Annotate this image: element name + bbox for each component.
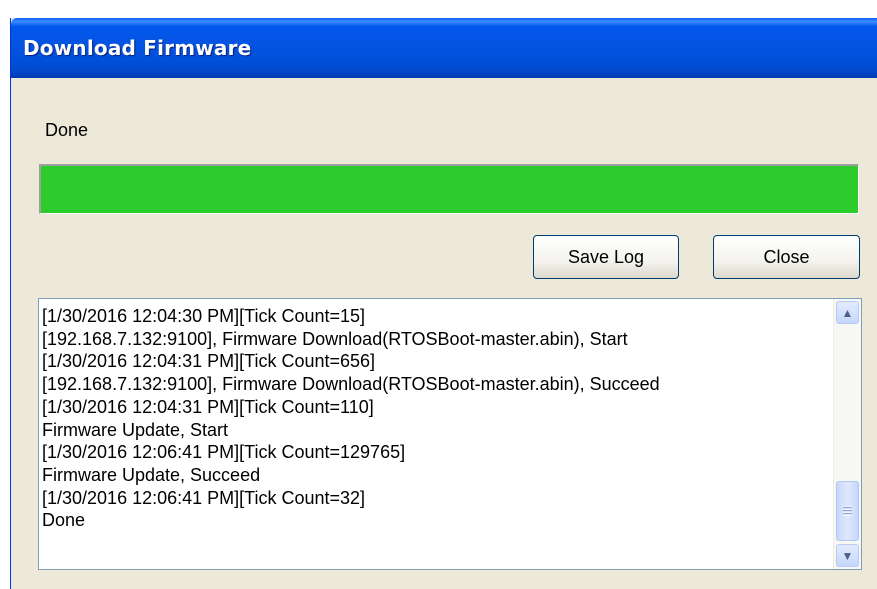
chevron-down-icon: ▼ (841, 548, 854, 563)
grip-icon (843, 506, 852, 516)
scroll-up-button[interactable]: ▲ (836, 301, 859, 324)
close-button[interactable]: Close (713, 235, 860, 279)
dialog-title: Download Firmware (23, 36, 252, 60)
scroll-down-button[interactable]: ▼ (836, 544, 859, 567)
log-line: Done (42, 510, 86, 531)
vertical-scrollbar[interactable]: ▲ ▼ (833, 299, 861, 569)
log-line: [1/30/2016 12:04:31 PM][Tick Count=110] (42, 396, 374, 417)
log-line: [192.168.7.132:9100], Firmware Download(… (42, 374, 660, 395)
progress-bar-fill (41, 166, 858, 213)
log-line: [1/30/2016 12:06:41 PM][Tick Count=32] (42, 487, 366, 508)
log-line: [192.168.7.132:9100], Firmware Download(… (42, 328, 628, 349)
log-line: [1/30/2016 12:04:31 PM][Tick Count=656] (42, 351, 376, 372)
log-lines: [1/30/2016 12:04:30 PM][Tick Count=15] [… (42, 305, 832, 532)
chevron-up-icon: ▲ (841, 305, 854, 320)
log-line: Firmware Update, Start (42, 419, 229, 440)
progress-bar (39, 164, 859, 214)
scroll-thumb[interactable] (836, 481, 859, 541)
title-bar[interactable]: Download Firmware (11, 18, 877, 78)
save-log-button[interactable]: Save Log (533, 235, 679, 279)
log-line: [1/30/2016 12:04:30 PM][Tick Count=15] (42, 306, 366, 326)
log-textarea[interactable]: [1/30/2016 12:04:30 PM][Tick Count=15] [… (38, 298, 862, 570)
log-line: Firmware Update, Succeed (42, 464, 261, 485)
download-firmware-dialog: Download Firmware Done Save Log Close [1… (10, 18, 877, 589)
status-text: Done (45, 120, 89, 140)
log-line: [1/30/2016 12:06:41 PM][Tick Count=12976… (42, 442, 406, 463)
